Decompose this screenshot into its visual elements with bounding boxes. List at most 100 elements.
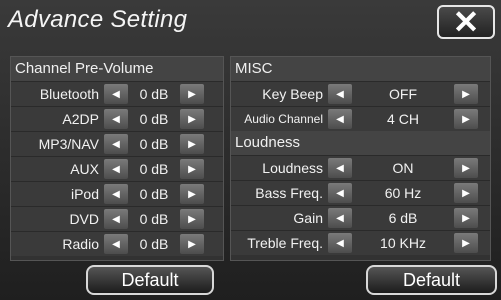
right-arrow-icon: ▶ [462, 162, 470, 174]
row-value: ON [392, 160, 414, 176]
decrease-button[interactable]: ◀ [104, 134, 128, 154]
right-arrow-icon: ▶ [188, 188, 196, 200]
misc-loudness-panel: MISC Key Beep ◀ OFF ▶ Audio Channel ◀ 4 … [230, 56, 491, 261]
default-right-button[interactable]: Default [366, 265, 497, 295]
left-arrow-icon: ◀ [336, 237, 344, 249]
decrease-button[interactable]: ◀ [328, 183, 352, 203]
row-label: Bass Freq. [255, 185, 323, 201]
row-label: Gain [293, 210, 323, 226]
right-arrow-icon: ▶ [188, 213, 196, 225]
left-arrow-icon: ◀ [336, 88, 344, 100]
row-value: 0 dB [139, 136, 169, 152]
left-arrow-icon: ◀ [112, 188, 120, 200]
right-arrow-icon: ▶ [462, 88, 470, 100]
right-arrow-icon: ▶ [188, 238, 196, 250]
left-arrow-icon: ◀ [112, 213, 120, 225]
row-audio-channel: Audio Channel ◀ 4 CH ▶ [231, 106, 490, 131]
left-arrow-icon: ◀ [336, 162, 344, 174]
increase-button[interactable]: ▶ [180, 209, 204, 229]
row-label: DVD [69, 211, 99, 227]
right-arrow-icon: ▶ [462, 113, 470, 125]
left-arrow-icon: ◀ [112, 238, 120, 250]
increase-button[interactable]: ▶ [180, 109, 204, 129]
row-aux: AUX ◀ 0 dB ▶ [11, 156, 223, 181]
row-gain: Gain ◀ 6 dB ▶ [231, 205, 490, 230]
decrease-button[interactable]: ◀ [104, 159, 128, 179]
row-value: 0 dB [139, 161, 169, 177]
right-arrow-icon: ▶ [188, 113, 196, 125]
channel-pre-volume-panel: Channel Pre-Volume Bluetooth ◀ 0 dB ▶ A2… [10, 56, 224, 261]
left-arrow-icon: ◀ [112, 163, 120, 175]
decrease-button[interactable]: ◀ [328, 84, 352, 104]
increase-button[interactable]: ▶ [180, 234, 204, 254]
left-arrow-icon: ◀ [112, 88, 120, 100]
row-value: 0 dB [139, 111, 169, 127]
left-arrow-icon: ◀ [112, 138, 120, 150]
row-value: 10 KHz [380, 235, 426, 251]
increase-button[interactable]: ▶ [454, 158, 478, 178]
left-arrow-icon: ◀ [336, 187, 344, 199]
row-label: Key Beep [262, 86, 323, 102]
increase-button[interactable]: ▶ [180, 159, 204, 179]
decrease-button[interactable]: ◀ [328, 109, 352, 129]
right-arrow-icon: ▶ [462, 212, 470, 224]
right-arrow-icon: ▶ [462, 237, 470, 249]
row-mp3-nav: MP3/NAV ◀ 0 dB ▶ [11, 131, 223, 156]
row-label: iPod [70, 186, 99, 202]
left-arrow-icon: ◀ [336, 113, 344, 125]
decrease-button[interactable]: ◀ [104, 234, 128, 254]
close-icon: ✕ [452, 4, 480, 40]
row-label: Loudness [262, 160, 323, 176]
right-arrow-icon: ▶ [188, 88, 196, 100]
misc-title: MISC [231, 57, 490, 81]
channel-pre-volume-title: Channel Pre-Volume [11, 57, 223, 81]
row-value: 0 dB [139, 186, 169, 202]
decrease-button[interactable]: ◀ [104, 184, 128, 204]
row-treble-freq: Treble Freq. ◀ 10 KHz ▶ [231, 230, 490, 255]
decrease-button[interactable]: ◀ [328, 208, 352, 228]
row-value: 60 Hz [384, 185, 422, 201]
row-ipod: iPod ◀ 0 dB ▶ [11, 181, 223, 206]
row-value: 0 dB [139, 86, 169, 102]
increase-button[interactable]: ▶ [454, 233, 478, 253]
decrease-button[interactable]: ◀ [104, 209, 128, 229]
increase-button[interactable]: ▶ [180, 184, 204, 204]
increase-button[interactable]: ▶ [454, 109, 478, 129]
advance-setting-screen: Advance Setting ✕ Channel Pre-Volume Blu… [0, 0, 501, 300]
row-value: 0 dB [139, 211, 169, 227]
right-arrow-icon: ▶ [188, 138, 196, 150]
row-value: 6 dB [388, 210, 418, 226]
increase-button[interactable]: ▶ [454, 84, 478, 104]
increase-button[interactable]: ▶ [180, 134, 204, 154]
row-bluetooth: Bluetooth ◀ 0 dB ▶ [11, 81, 223, 106]
increase-button[interactable]: ▶ [180, 84, 204, 104]
row-value: OFF [389, 86, 417, 102]
row-a2dp: A2DP ◀ 0 dB ▶ [11, 106, 223, 131]
row-label: Radio [62, 236, 99, 252]
loudness-title: Loudness [231, 131, 490, 155]
row-value: 0 dB [139, 236, 169, 252]
decrease-button[interactable]: ◀ [104, 109, 128, 129]
row-value: 4 CH [387, 111, 419, 127]
row-label: Treble Freq. [247, 235, 323, 251]
row-radio: Radio ◀ 0 dB ▶ [11, 231, 223, 256]
increase-button[interactable]: ▶ [454, 208, 478, 228]
page-title: Advance Setting [8, 6, 188, 33]
right-arrow-icon: ▶ [188, 163, 196, 175]
close-button[interactable]: ✕ [437, 5, 495, 39]
increase-button[interactable]: ▶ [454, 183, 478, 203]
row-label: A2DP [62, 111, 99, 127]
row-loudness: Loudness ◀ ON ▶ [231, 155, 490, 180]
row-label: Audio Channel [244, 112, 323, 126]
default-left-button[interactable]: Default [86, 265, 214, 295]
decrease-button[interactable]: ◀ [104, 84, 128, 104]
decrease-button[interactable]: ◀ [328, 158, 352, 178]
right-arrow-icon: ▶ [462, 187, 470, 199]
row-dvd: DVD ◀ 0 dB ▶ [11, 206, 223, 231]
row-key-beep: Key Beep ◀ OFF ▶ [231, 81, 490, 106]
left-arrow-icon: ◀ [336, 212, 344, 224]
decrease-button[interactable]: ◀ [328, 233, 352, 253]
row-bass-freq: Bass Freq. ◀ 60 Hz ▶ [231, 180, 490, 205]
row-label: AUX [70, 161, 99, 177]
row-label: MP3/NAV [38, 136, 99, 152]
